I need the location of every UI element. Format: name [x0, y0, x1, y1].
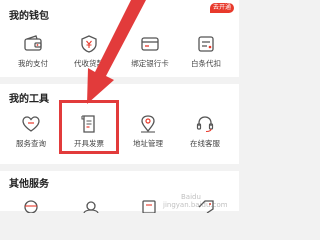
- watermark-line2: jingyan.baidu.com: [163, 201, 228, 209]
- watermark-line1: Baidu: [181, 193, 201, 201]
- annotation-arrow-icon: [87, 0, 146, 104]
